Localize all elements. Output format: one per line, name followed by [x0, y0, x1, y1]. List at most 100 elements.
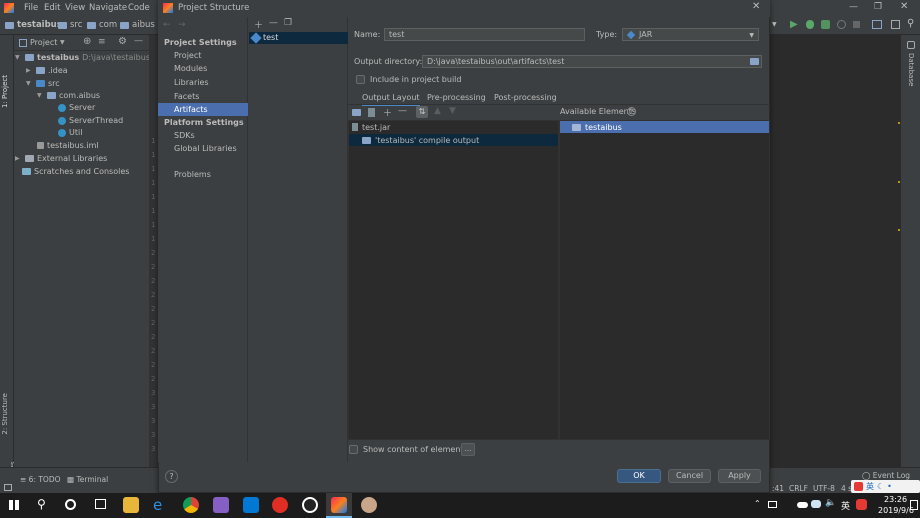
project-tool-tab[interactable]: 1: Project: [1, 75, 9, 108]
help-circle-icon[interactable]: ?: [627, 107, 636, 116]
layout-item-jar[interactable]: test.jar: [349, 121, 558, 133]
sidebar-item-modules[interactable]: Modules: [158, 62, 248, 75]
tree-item-iml[interactable]: testaibus.iml: [37, 141, 99, 150]
ime-indicator[interactable]: 英: [841, 499, 850, 512]
event-log-tab[interactable]: ◯ Event Log: [862, 471, 910, 480]
create-archive-icon[interactable]: [368, 108, 375, 117]
show-content-options-button[interactable]: ...: [461, 443, 475, 456]
status-encoding[interactable]: UTF-8: [813, 484, 835, 493]
menu-view[interactable]: View: [65, 3, 85, 13]
checkbox-box[interactable]: [349, 445, 358, 454]
panel-toggle-icon[interactable]: [4, 484, 12, 491]
sidebar-item-problems[interactable]: Problems: [158, 168, 248, 181]
type-select[interactable]: JAR ▼: [622, 28, 759, 41]
tree-item-scratches[interactable]: Scratches and Consoles: [22, 167, 129, 176]
profile-icon[interactable]: [837, 20, 846, 29]
hide-panel-icon[interactable]: —: [134, 36, 143, 46]
visual-studio-icon[interactable]: [213, 497, 229, 513]
artifact-list-item[interactable]: test: [249, 32, 348, 44]
sidebar-item-sdks[interactable]: SDKs: [158, 129, 248, 142]
project-view-selector[interactable]: Project: [30, 38, 57, 47]
settings-gear-icon[interactable]: ⚙: [118, 36, 127, 47]
help-button[interactable]: ?: [165, 470, 178, 483]
collapse-all-icon[interactable]: ≡: [98, 37, 106, 47]
menu-edit[interactable]: Edit: [44, 3, 60, 13]
tree-item-util[interactable]: Util: [58, 128, 82, 137]
status-caret-position[interactable]: :41: [772, 484, 784, 493]
minimize-icon[interactable]: —: [849, 2, 858, 12]
run-icon[interactable]: ▶: [790, 19, 798, 30]
breadcrumb-com[interactable]: com: [87, 20, 117, 30]
include-in-build-checkbox[interactable]: Include in project build: [356, 75, 461, 84]
move-up-icon[interactable]: ▲: [434, 106, 441, 116]
tab-post-processing[interactable]: Post-processing: [494, 93, 557, 102]
breadcrumb-project[interactable]: testaibus: [5, 20, 62, 30]
chrome-icon[interactable]: [183, 497, 199, 513]
stop-icon[interactable]: [853, 21, 860, 28]
tree-item-project-root[interactable]: ▼ testaibus D:\java\testaibus: [15, 53, 150, 62]
sidebar-item-artifacts[interactable]: Artifacts: [158, 103, 248, 116]
locate-icon[interactable]: ⊕: [83, 36, 91, 47]
sort-elements-icon[interactable]: ⇅: [416, 106, 428, 118]
onedrive-icon[interactable]: [797, 502, 808, 508]
run-config-dropdown[interactable]: ▼: [772, 21, 782, 31]
search-icon[interactable]: ⚲: [907, 18, 914, 29]
checkbox-box[interactable]: [356, 75, 365, 84]
notification-icon[interactable]: [910, 500, 918, 510]
move-down-icon[interactable]: ▼: [449, 106, 456, 116]
task-view-icon[interactable]: [95, 499, 106, 509]
ok-button[interactable]: OK: [617, 469, 661, 483]
cortana-icon[interactable]: [65, 499, 76, 510]
tree-item-external-libraries[interactable]: ▶ External Libraries: [15, 154, 107, 163]
tree-item-server[interactable]: Server: [58, 103, 95, 112]
search-icon[interactable]: ⚲: [37, 497, 46, 511]
back-arrow-icon[interactable]: ←: [163, 20, 171, 30]
tray-chevron-icon[interactable]: ⌃: [754, 499, 761, 508]
vscode-icon[interactable]: [243, 497, 259, 513]
remove-element-icon[interactable]: —: [398, 106, 407, 116]
close-window-icon[interactable]: ✕: [900, 1, 908, 12]
qq-icon[interactable]: [302, 497, 318, 513]
add-artifact-icon[interactable]: ＋: [254, 18, 263, 31]
status-line-separator[interactable]: CRLF: [789, 484, 808, 493]
available-item-testaibus[interactable]: testaibus: [560, 121, 769, 133]
netease-music-icon[interactable]: [272, 497, 288, 513]
chevron-down-icon[interactable]: ▼: [60, 39, 65, 46]
volume-icon[interactable]: 🔈: [825, 498, 836, 508]
browse-folder-icon[interactable]: [750, 58, 759, 65]
network-icon[interactable]: [811, 500, 821, 508]
breadcrumb-src[interactable]: src: [58, 20, 82, 30]
coverage-icon[interactable]: [821, 20, 830, 29]
sidebar-item-global-libraries[interactable]: Global Libraries: [158, 142, 248, 155]
menu-navigate[interactable]: Navigate: [89, 3, 127, 13]
ime-toolbar[interactable]: 英 ☾ •: [851, 480, 920, 493]
expand-arrow-icon[interactable]: ▼: [15, 54, 22, 61]
layout-icon[interactable]: [891, 20, 900, 29]
apply-button[interactable]: Apply: [718, 469, 761, 483]
file-explorer-icon[interactable]: [123, 497, 139, 513]
clock-time[interactable]: 23:26: [884, 495, 907, 504]
edge-icon[interactable]: e: [153, 497, 169, 513]
close-dialog-icon[interactable]: ✕: [752, 1, 760, 12]
tab-pre-processing[interactable]: Pre-processing: [427, 93, 486, 102]
show-content-checkbox[interactable]: Show content of elements: [349, 445, 468, 454]
cancel-button[interactable]: Cancel: [668, 469, 711, 483]
terminal-tool-tab[interactable]: ▩ Terminal: [67, 475, 108, 484]
debug-icon[interactable]: [806, 20, 814, 29]
name-input[interactable]: test: [384, 28, 585, 41]
remove-artifact-icon[interactable]: —: [269, 18, 278, 28]
clock-date[interactable]: 2019/9/6: [878, 506, 914, 515]
project-structure-icon[interactable]: [872, 20, 882, 29]
forward-arrow-icon[interactable]: →: [178, 20, 186, 30]
tree-item-src[interactable]: ▼ src: [26, 79, 60, 88]
sidebar-item-project[interactable]: Project: [158, 49, 248, 62]
restore-icon[interactable]: ❐: [874, 2, 882, 12]
copy-artifact-icon[interactable]: ❐: [284, 18, 292, 28]
create-directory-icon[interactable]: [352, 109, 361, 116]
todo-tool-tab[interactable]: ≡ 6: TODO: [20, 475, 61, 484]
windows-start-icon[interactable]: [9, 500, 19, 510]
collapse-arrow-icon[interactable]: ▶: [15, 155, 22, 162]
menu-code[interactable]: Code: [128, 3, 150, 13]
expand-arrow-icon[interactable]: ▼: [26, 80, 33, 87]
user-app-icon[interactable]: [361, 497, 377, 513]
